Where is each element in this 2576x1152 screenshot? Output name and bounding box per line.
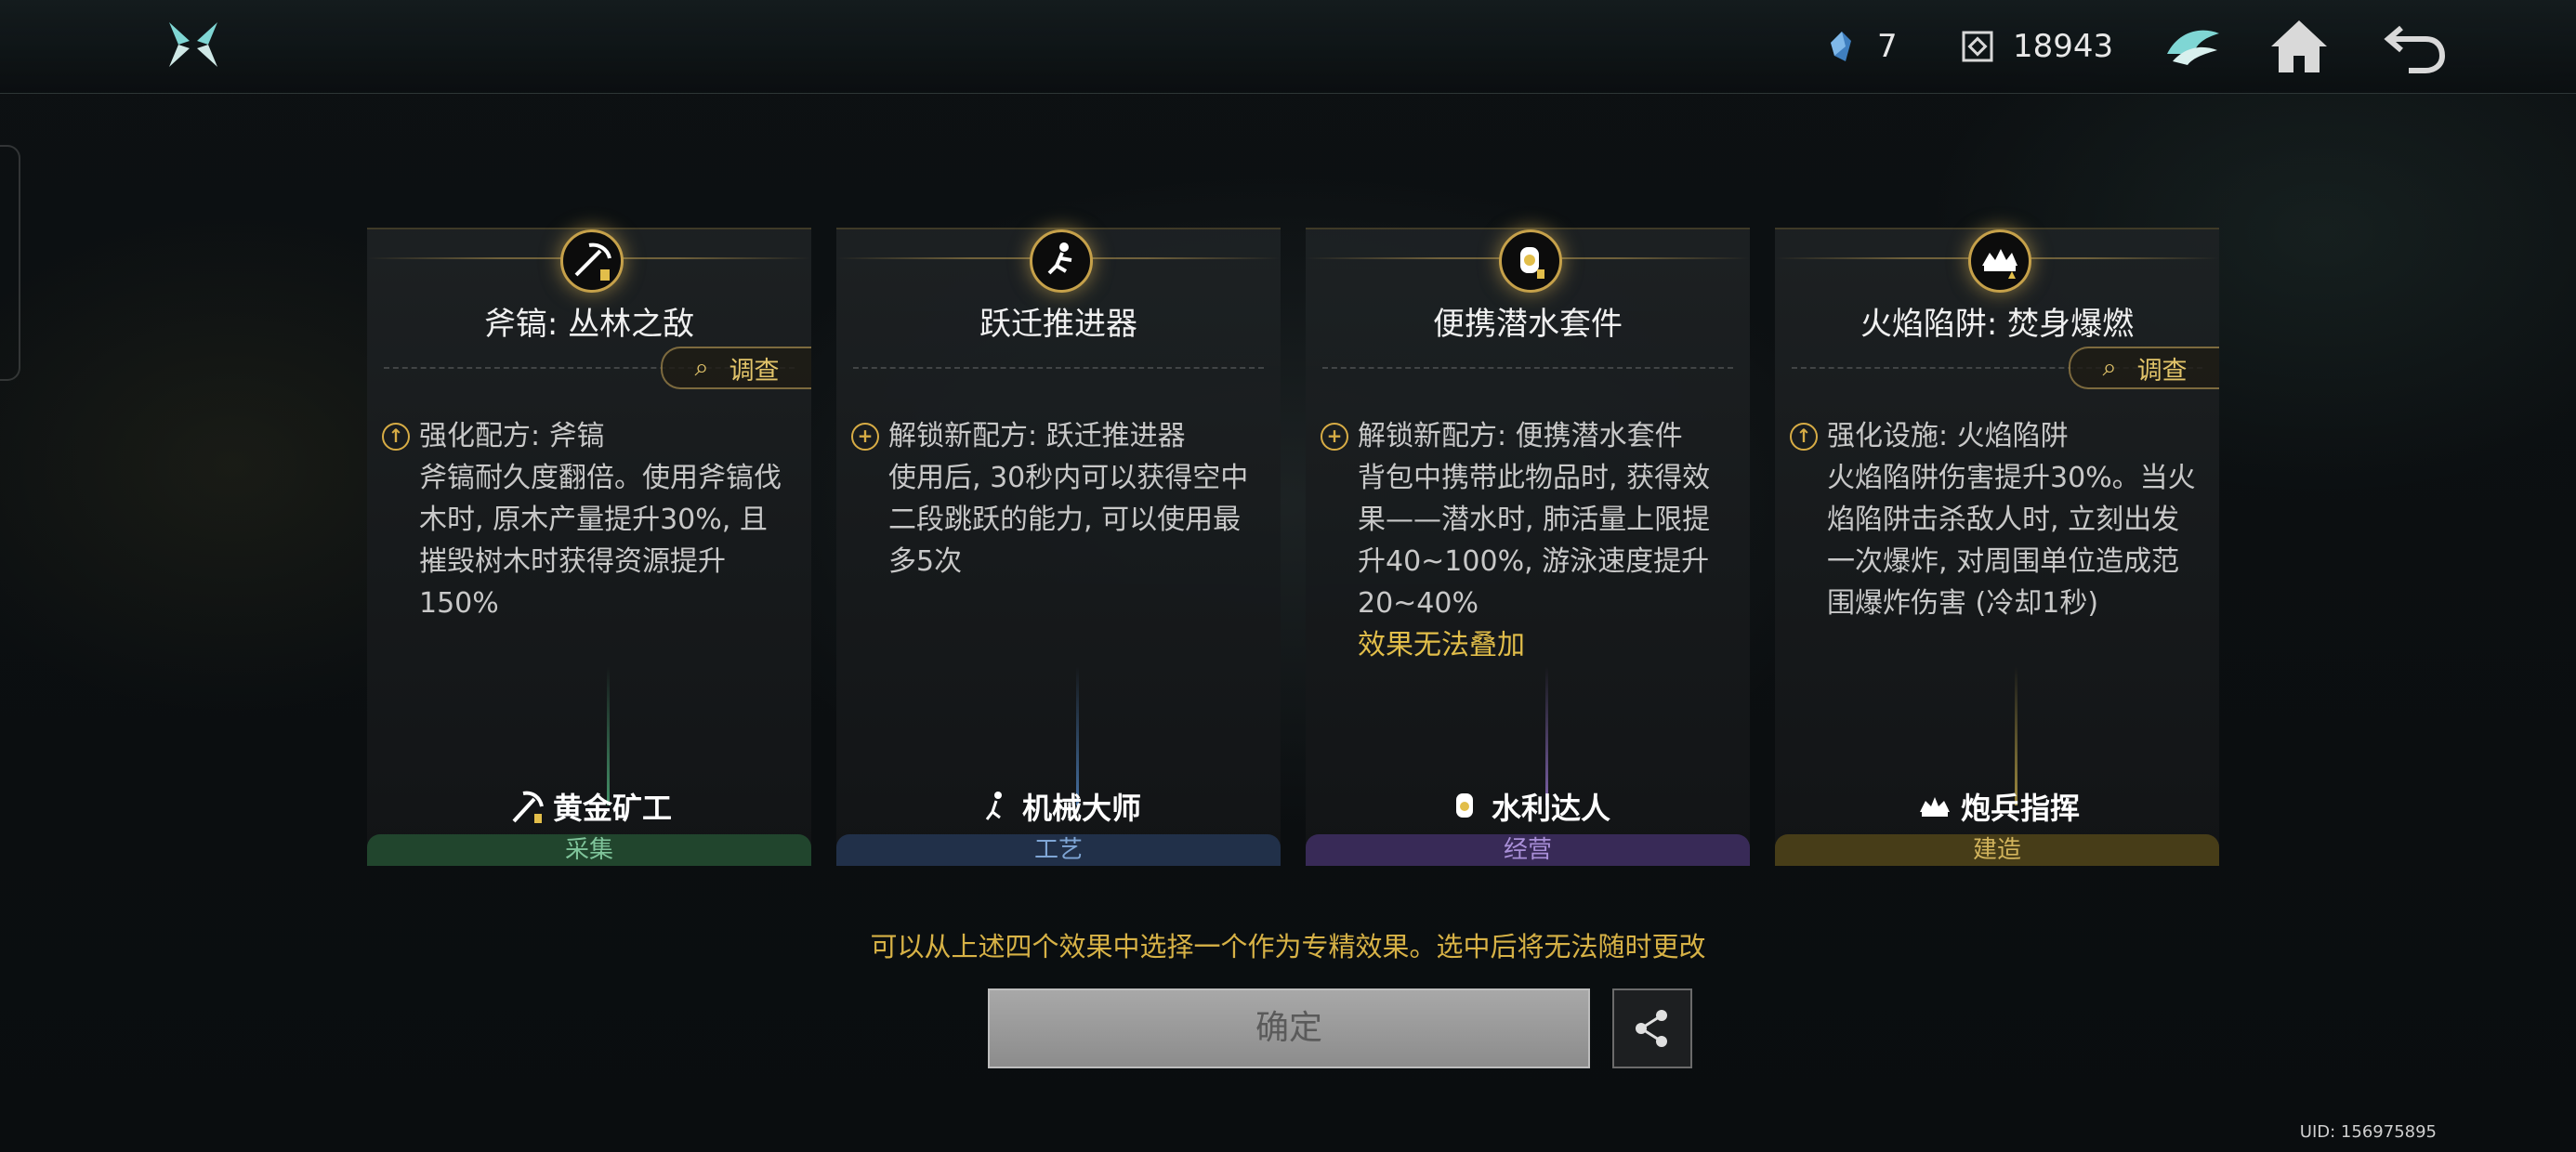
card-description: 解锁新配方: 跃迁推进器 使用后, 30秒内可以获得空中二段跳跃的能力, 可以使…: [888, 415, 1258, 583]
ore-count: 7: [1877, 28, 1898, 65]
card-description: 强化配方: 斧镐 斧镐耐久度翻倍。使用斧镐伐木时, 原木产量提升30%, 且摧毁…: [419, 415, 789, 624]
role-name: 水利达人: [1491, 791, 1610, 826]
selection-hint: 可以从上述四个效果中选择一个作为专精效果。选中后将无法随时更改: [870, 931, 1706, 962]
fire-trap-icon: [1919, 797, 1950, 817]
pickaxe-icon: [512, 791, 544, 823]
share-icon: [1636, 1010, 1667, 1047]
confirm-button[interactable]: 确定: [988, 988, 1590, 1068]
role-name: 黄金矿工: [552, 791, 672, 826]
side-drawer-handle[interactable]: [0, 145, 20, 381]
effect-warning: 效果无法叠加: [1358, 629, 1525, 661]
upgrade-icon: ↑: [1790, 423, 1818, 451]
category-tag: 工艺: [836, 834, 1281, 866]
category-tag: 建造: [1775, 834, 2219, 866]
ore-icon: [1831, 32, 1851, 61]
category-tag: 经营: [1306, 834, 1750, 866]
pickaxe-icon: [560, 229, 624, 293]
jumper-icon: [985, 792, 1002, 820]
card-description: 解锁新配方: 便携潜水套件 背包中携带此物品时, 获得效果——潜水时, 肺活量上…: [1358, 415, 1728, 666]
search-icon: ⌕: [2102, 353, 2117, 382]
fire-trap-icon: [1968, 229, 2031, 293]
unlock-icon: +: [851, 423, 879, 451]
card-title: 火焰陷阱: 焚身爆燃: [1860, 306, 2135, 343]
coin-count: 18943: [2013, 28, 2114, 65]
card-title: 斧镐: 丛林之敌: [483, 306, 695, 343]
search-icon: ⌕: [694, 353, 709, 382]
top-bar: 7 18943: [0, 0, 2576, 94]
share-button[interactable]: [1612, 988, 1692, 1068]
effect-body: 火焰陷阱伤害提升30%。当火焰陷阱击杀敌人时, 立刻出发一次爆炸, 对周围单位造…: [1827, 462, 2196, 620]
effect-header: 解锁新配方: 便携潜水套件: [1358, 420, 1683, 452]
effect-body: 背包中携带此物品时, 获得效果——潜水时, 肺活量上限提升40~100%, 游泳…: [1358, 462, 1711, 620]
effect-header: 强化配方: 斧镐: [419, 420, 605, 452]
role-name: 机械大师: [1021, 791, 1141, 826]
role-label: 黄金矿工: [367, 785, 811, 828]
ore-counter: 7: [1823, 22, 1898, 71]
effect-body: 使用后, 30秒内可以获得空中二段跳跃的能力, 可以使用最多5次: [888, 462, 1249, 578]
specialty-card-diving-kit[interactable]: 便携潜水套件 + 解锁新配方: 便携潜水套件 背包中携带此物品时, 获得效果——…: [1306, 228, 1750, 866]
role-label: 炮兵指挥: [1775, 785, 2219, 828]
card-title: 跃迁推进器: [979, 306, 1137, 343]
investigate-label: 调查: [2136, 356, 2188, 386]
effect-header: 解锁新配方: 跃迁推进器: [888, 420, 1186, 452]
coin-counter: 18943: [1959, 22, 2113, 71]
specialty-card-fire-trap[interactable]: 火焰陷阱: 焚身爆燃 ⌕ 调查 ↑ 强化设施: 火焰陷阱 火焰陷阱伤害提升30%…: [1775, 228, 2219, 866]
coin-icon: [1962, 31, 1993, 62]
diving-kit-icon: [1455, 793, 1473, 818]
effect-header: 强化设施: 火焰陷阱: [1827, 420, 2069, 452]
investigate-button[interactable]: ⌕ 调查: [661, 347, 811, 389]
user-id: UID: 156975895: [2299, 1122, 2437, 1142]
effect-body: 斧镐耐久度翻倍。使用斧镐伐木时, 原木产量提升30%, 且摧毁树木时获得资源提升…: [419, 462, 782, 620]
upgrade-icon: ↑: [382, 423, 410, 451]
specialty-card-jetpack[interactable]: 跃迁推进器 + 解锁新配方: 跃迁推进器 使用后, 30秒内可以获得空中二段跳跃…: [836, 228, 1281, 866]
role-label: 水利达人: [1306, 785, 1750, 828]
investigate-button[interactable]: ⌕ 调查: [2069, 347, 2219, 389]
dashed-divider: [853, 367, 1264, 369]
game-logo-icon[interactable]: [165, 17, 221, 72]
wing-helmet-icon[interactable]: [2160, 13, 2227, 80]
role-label: 机械大师: [836, 785, 1281, 828]
game-screen: 7 18943 斧镐: 丛林之敌 ⌕ 调查 ↑ 强化配方: 斧镐 斧镐耐久度翻倍…: [0, 0, 2576, 1152]
diving-kit-icon: [1499, 229, 1562, 293]
specialty-card-axe[interactable]: 斧镐: 丛林之敌 ⌕ 调查 ↑ 强化配方: 斧镐 斧镐耐久度翻倍。使用斧镐伐木时…: [367, 228, 811, 866]
investigate-label: 调查: [729, 356, 780, 386]
category-tag: 采集: [367, 834, 811, 866]
dashed-divider: [1322, 367, 1733, 369]
card-title: 便携潜水套件: [1433, 306, 1623, 343]
home-icon[interactable]: [2266, 13, 2333, 80]
role-name: 炮兵指挥: [1960, 791, 2080, 826]
unlock-icon: +: [1321, 423, 1348, 451]
card-description: 强化设施: 火焰陷阱 火焰陷阱伤害提升30%。当火焰陷阱击杀敌人时, 立刻出发一…: [1827, 415, 2197, 624]
back-icon[interactable]: [2381, 13, 2448, 80]
jumper-icon: [1030, 229, 1093, 293]
